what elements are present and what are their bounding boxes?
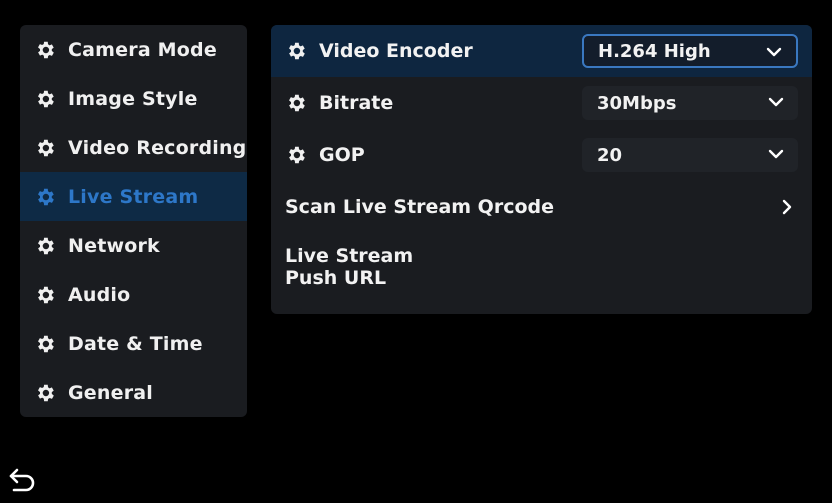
chevron-down-icon bbox=[768, 97, 784, 107]
sidebar-item-network[interactable]: Network bbox=[20, 221, 247, 270]
bitrate-select[interactable]: 30Mbps bbox=[582, 86, 798, 120]
gear-icon bbox=[34, 39, 56, 61]
sidebar-item-label: Date & Time bbox=[68, 332, 203, 355]
gear-icon bbox=[285, 40, 307, 62]
chevron-down-icon bbox=[768, 149, 784, 159]
gop-value: 20 bbox=[597, 144, 623, 166]
gear-icon bbox=[34, 382, 56, 404]
sidebar-item-label: Audio bbox=[68, 283, 131, 306]
push-url-label: Live Stream Push URL bbox=[285, 245, 413, 289]
gear-icon bbox=[34, 333, 56, 355]
sidebar-item-label: Video Recording bbox=[68, 136, 247, 159]
push-url-row[interactable]: Live Stream Push URL bbox=[271, 233, 812, 305]
bitrate-label: Bitrate bbox=[319, 92, 394, 114]
sidebar-item-image-style[interactable]: Image Style bbox=[20, 74, 247, 123]
gear-icon bbox=[34, 186, 56, 208]
gear-icon bbox=[34, 284, 56, 306]
sidebar-item-label: Camera Mode bbox=[68, 38, 217, 61]
live-stream-settings-panel: Video Encoder H.264 High Bitrate 30Mbps … bbox=[271, 25, 812, 314]
back-arrow-icon[interactable] bbox=[8, 466, 38, 494]
video-encoder-select[interactable]: H.264 High bbox=[582, 34, 798, 68]
video-encoder-label: Video Encoder bbox=[319, 40, 473, 62]
gear-icon bbox=[285, 144, 307, 166]
sidebar-item-label: Image Style bbox=[68, 87, 198, 110]
gear-icon bbox=[34, 235, 56, 257]
push-url-label-line2: Push URL bbox=[285, 267, 387, 289]
gop-select[interactable]: 20 bbox=[582, 138, 798, 172]
gear-icon bbox=[285, 92, 307, 114]
sidebar-item-general[interactable]: General bbox=[20, 368, 247, 417]
bitrate-row[interactable]: Bitrate 30Mbps bbox=[271, 77, 812, 129]
sidebar-item-label: Network bbox=[68, 234, 160, 257]
sidebar-item-audio[interactable]: Audio bbox=[20, 270, 247, 319]
chevron-down-icon bbox=[766, 47, 782, 57]
bitrate-value: 30Mbps bbox=[597, 92, 677, 114]
gop-row[interactable]: GOP 20 bbox=[271, 129, 812, 181]
sidebar-item-date-time[interactable]: Date & Time bbox=[20, 319, 247, 368]
sidebar-item-camera-mode[interactable]: Camera Mode bbox=[20, 25, 247, 74]
sidebar-item-video-recording[interactable]: Video Recording bbox=[20, 123, 247, 172]
scan-qrcode-row[interactable]: Scan Live Stream Qrcode bbox=[271, 181, 812, 233]
scan-qrcode-label: Scan Live Stream Qrcode bbox=[285, 196, 554, 218]
sidebar-item-label: General bbox=[68, 381, 153, 404]
gear-icon bbox=[34, 88, 56, 110]
video-encoder-row[interactable]: Video Encoder H.264 High bbox=[271, 25, 812, 77]
settings-sidebar: Camera Mode Image Style Video Recording … bbox=[20, 25, 247, 417]
sidebar-item-live-stream[interactable]: Live Stream bbox=[20, 172, 247, 221]
chevron-right-icon bbox=[782, 199, 792, 215]
gop-label: GOP bbox=[319, 144, 365, 166]
sidebar-item-label: Live Stream bbox=[68, 185, 199, 208]
push-url-label-line1: Live Stream bbox=[285, 245, 414, 267]
gear-icon bbox=[34, 137, 56, 159]
video-encoder-value: H.264 High bbox=[598, 40, 711, 62]
